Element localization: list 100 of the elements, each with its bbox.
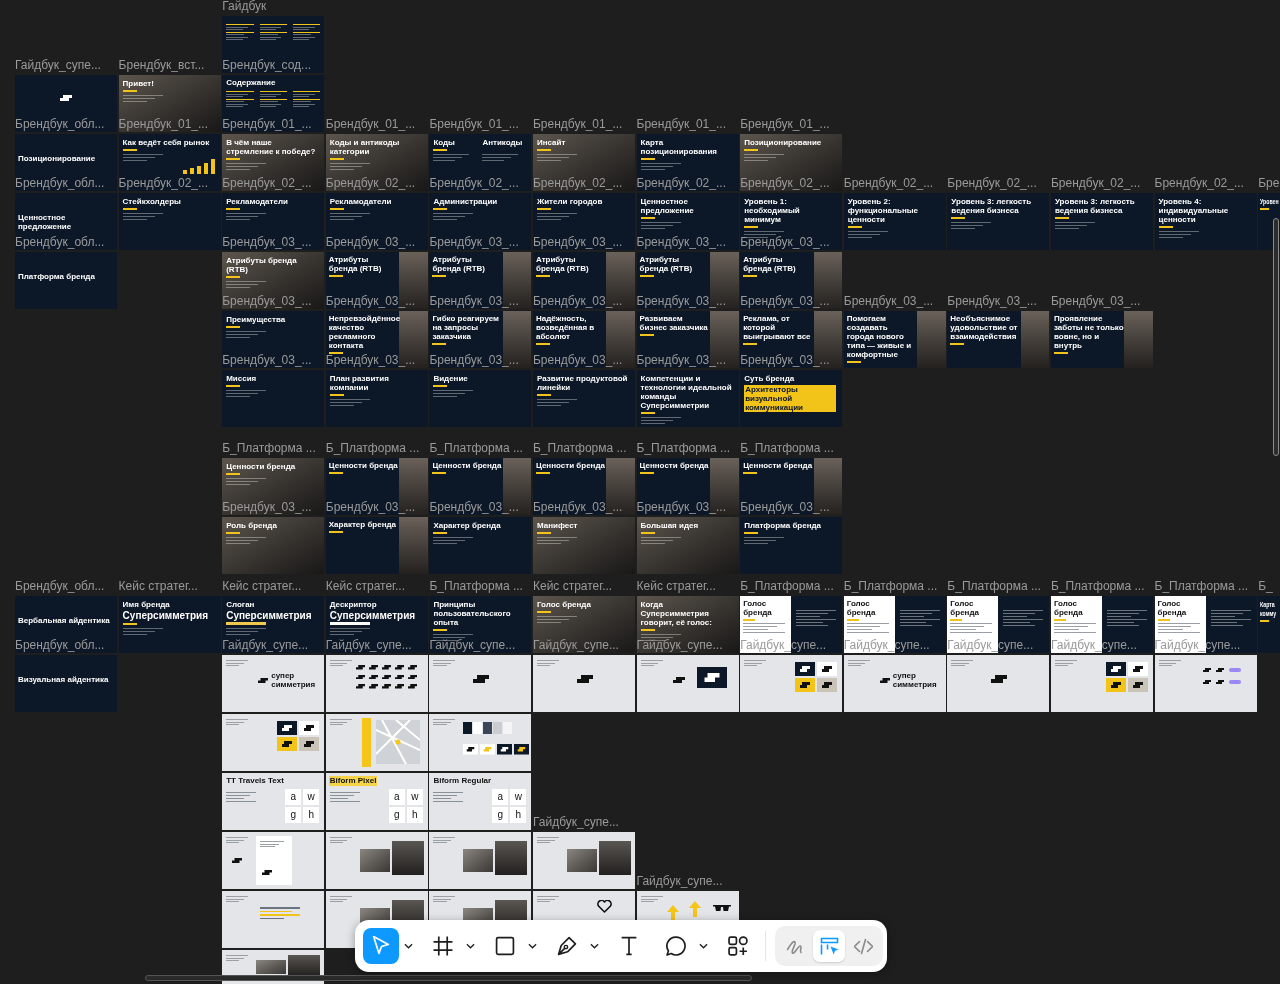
- frame-label[interactable]: Брендбук_01_...: [325, 118, 416, 131]
- frame-label[interactable]: Б_Платформа ...: [325, 442, 420, 455]
- brand-name: Суперсимметрия: [122, 610, 208, 621]
- frame-label[interactable]: Брендбук_03_...: [740, 295, 830, 308]
- frame-label[interactable]: Брендбук_03_...: [429, 295, 519, 308]
- vertical-scrollbar[interactable]: [1273, 218, 1279, 456]
- frame-label[interactable]: Брендбук_03_...: [325, 236, 416, 249]
- frame-label[interactable]: Б_Платформа ...: [222, 442, 316, 455]
- frame-label[interactable]: Брендбук_03_...: [429, 236, 519, 249]
- frame-label[interactable]: Гайдбук_супе...: [532, 639, 619, 652]
- frame-label[interactable]: Брендбук_вст...: [118, 59, 205, 72]
- slide-title: План развития компании: [329, 374, 390, 392]
- frame-label[interactable]: Брендбук_сод...: [222, 59, 312, 72]
- slide-title: Атрибуты бренда (RTB): [432, 255, 486, 273]
- frame-label[interactable]: Брендбук_обл...: [15, 639, 105, 652]
- slide-title: Проявление заботы не только вовне, но и внутрь: [1053, 314, 1124, 350]
- frame-label[interactable]: Брендбук_03_...: [532, 354, 623, 367]
- frame-label[interactable]: Брендбук_02_...: [1154, 177, 1244, 190]
- slide-title: Слоган: [226, 600, 255, 609]
- frame-label[interactable]: Брендбук_03_...: [532, 295, 623, 308]
- frame-label[interactable]: Брендбук_02_...: [325, 177, 416, 190]
- slide-title: Ценностное предложение: [18, 213, 73, 231]
- slide-title: Голос бренда: [1157, 599, 1188, 617]
- frame-label[interactable]: Б_Платформа ...: [740, 442, 834, 455]
- frame-label[interactable]: Брендбук_03_...: [222, 236, 312, 249]
- frame-label[interactable]: Брендбук_01_...: [429, 118, 519, 131]
- frame-label[interactable]: Брендбук_01_...: [118, 118, 208, 131]
- slide-title: Biform Pixel: [328, 776, 378, 786]
- design-mode-button[interactable]: [813, 930, 845, 962]
- text-lines-drawing: [329, 628, 370, 635]
- frame-label[interactable]: Брендбук_02_...: [1050, 177, 1141, 190]
- frame-label[interactable]: Б_Платформа ...: [532, 442, 627, 455]
- frame-label[interactable]: Брендбук_03_...: [222, 354, 312, 367]
- frame-label[interactable]: Брендбук_03_...: [429, 354, 519, 367]
- frame-label[interactable]: Брендбук_03_...: [325, 295, 416, 308]
- frame-label[interactable]: Гайдбук_супе...: [15, 59, 101, 72]
- frame-label[interactable]: Брендбук_03_...: [636, 501, 726, 514]
- frame-label[interactable]: Б_Платформа ...: [636, 442, 731, 455]
- frame-label[interactable]: Брендбук_02_...: [636, 177, 726, 190]
- frame-label[interactable]: Брендбук_02_...: [118, 177, 208, 190]
- frame-label[interactable]: Брендбук_02_...: [532, 177, 623, 190]
- frame-label[interactable]: Брендбук_03_...: [740, 354, 830, 367]
- frame-label[interactable]: Брендбук_03_...: [947, 295, 1037, 308]
- frame-label[interactable]: Кейс стратег...: [532, 580, 613, 593]
- frame-label[interactable]: Б_Платформа ...: [843, 580, 938, 593]
- frame-label[interactable]: Брендбук_02_...: [740, 177, 830, 190]
- frame-label[interactable]: Брендбук_03_...: [636, 295, 726, 308]
- frame-label[interactable]: Брендбук_03_...: [1050, 295, 1141, 308]
- frame-label[interactable]: Брендбук_02_...: [843, 177, 934, 190]
- frame-label[interactable]: Брендбук_02_...: [429, 177, 519, 190]
- frame-label[interactable]: Б_Платформа ...: [1050, 580, 1145, 593]
- frame-label[interactable]: Брендбук_03_...: [429, 501, 519, 514]
- frame-label[interactable]: Брендбук_01_...: [532, 118, 623, 131]
- horizontal-scrollbar[interactable]: [145, 975, 752, 981]
- frame-label[interactable]: Б_Платформа ...: [947, 580, 1041, 593]
- frame-label[interactable]: Брендбук_обл...: [15, 236, 105, 249]
- frame-label[interactable]: Брендбук_01_...: [636, 118, 726, 131]
- frame-label[interactable]: Гайдбук_супе...: [636, 639, 723, 652]
- frame-label[interactable]: Гайдбук_супе...: [222, 639, 309, 652]
- frame-label[interactable]: Кейс стратег...: [118, 580, 198, 593]
- frame-label[interactable]: Брендбук_03_...: [222, 501, 312, 514]
- frame-label[interactable]: Брендбук_03_...: [740, 236, 830, 249]
- frame-label[interactable]: Брендбук_03_...: [325, 354, 416, 367]
- frame-label[interactable]: Брендбук_03_...: [532, 501, 623, 514]
- wordmark: супер симметрия: [892, 671, 938, 689]
- logo-tile-icon: [497, 744, 513, 755]
- frame-label[interactable]: Брендбук_03_...: [843, 295, 934, 308]
- frame-label[interactable]: Гайдбук_супе...: [636, 875, 723, 888]
- frame-label[interactable]: Гайдбук_супе...: [429, 639, 516, 652]
- frame-label[interactable]: Б_Платформа ...: [429, 580, 523, 593]
- frame-label[interactable]: Брендбук_03_...: [636, 354, 726, 367]
- frame-label[interactable]: Гайдбук: [222, 0, 267, 13]
- frame-label[interactable]: Брендбук_03_...: [636, 236, 726, 249]
- frame-label[interactable]: Кейс стратег...: [325, 580, 405, 593]
- frame-label[interactable]: Брендбук_обл...: [15, 177, 105, 190]
- frame-label[interactable]: Брендбук_03_...: [222, 295, 312, 308]
- text-lines-drawing: [1053, 623, 1096, 633]
- frame-label[interactable]: Брендбук_обл...: [15, 580, 105, 593]
- frame-label[interactable]: Брендбук_01_...: [740, 118, 830, 131]
- frame-label[interactable]: Кейс стратег...: [636, 580, 716, 593]
- frame-label[interactable]: Б_Платформа ...: [740, 580, 834, 593]
- slide-title: Голос бренда: [846, 599, 877, 617]
- frame-label[interactable]: Брендбук_03_...: [325, 501, 416, 514]
- frame-label[interactable]: Б_: [1258, 580, 1273, 593]
- text-lines-drawing: [433, 896, 456, 902]
- frame-label[interactable]: Брендбук_02_...: [222, 177, 312, 190]
- frame-label[interactable]: Бре: [1258, 177, 1280, 190]
- frame-label[interactable]: Брендбук_03_...: [532, 236, 623, 249]
- slide-title: Большая идея: [640, 521, 699, 530]
- frame-label[interactable]: Гайдбук_супе...: [532, 816, 619, 829]
- frame-label[interactable]: Брендбук_03_...: [740, 501, 830, 514]
- frame-label[interactable]: Б_Платформа ...: [1154, 580, 1249, 593]
- frame-label[interactable]: Гайдбук_супе...: [325, 639, 412, 652]
- frame-label[interactable]: Б_Платформа ...: [429, 442, 523, 455]
- cursor-icon: [371, 936, 391, 956]
- frame-label[interactable]: Кейс стратег...: [222, 580, 302, 593]
- frame-label[interactable]: Брендбук_02_...: [947, 177, 1037, 190]
- frame-label[interactable]: Брендбук_обл...: [15, 118, 105, 131]
- frame-label[interactable]: Брендбук_01_...: [222, 118, 312, 131]
- text-lines-drawing: [536, 153, 577, 161]
